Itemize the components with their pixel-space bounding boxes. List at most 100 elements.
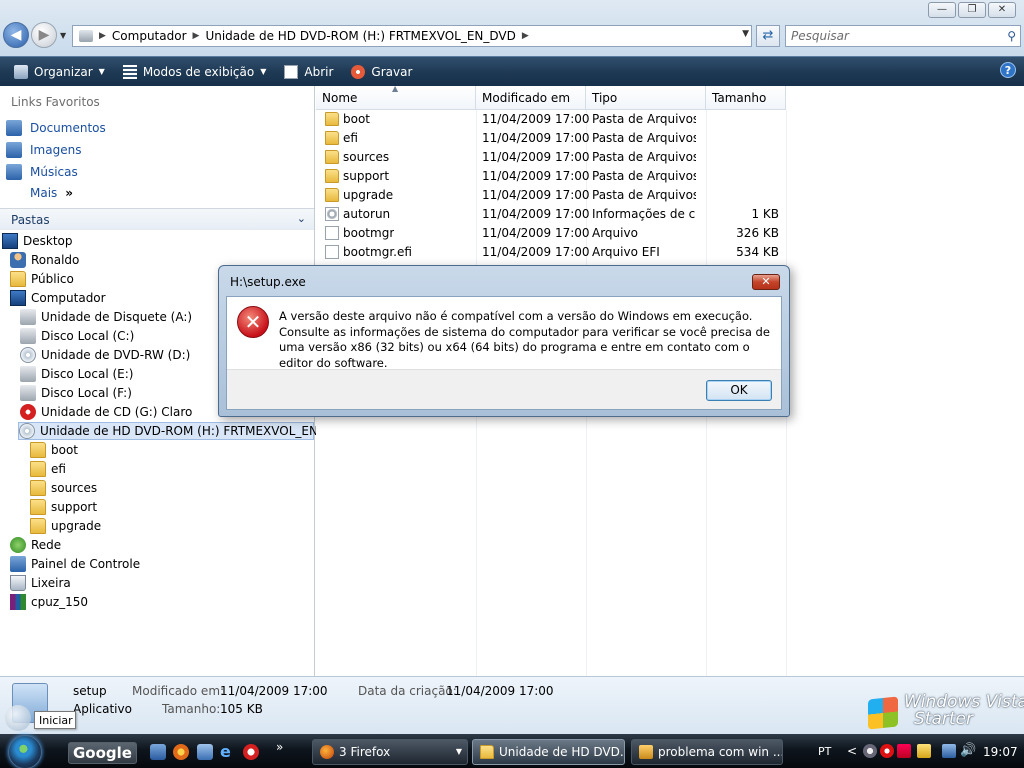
breadcrumb-separator-icon[interactable]: ▶: [522, 31, 529, 41]
start-button[interactable]: [8, 735, 42, 768]
google-toolbar-button[interactable]: Google: [68, 742, 137, 764]
column-header-tipo[interactable]: Tipo: [586, 86, 706, 110]
folder-icon: [325, 112, 339, 126]
file-type: Arquivo EFI: [592, 245, 660, 259]
cd-icon: [20, 404, 36, 420]
tree-item-cpuz[interactable]: cpuz_150: [10, 593, 88, 611]
tree-item-hd-dvd-h[interactable]: Unidade de HD DVD-ROM (H:) FRTMEXVOL_EN_…: [18, 422, 341, 440]
switch-windows-icon[interactable]: [197, 744, 213, 760]
taskbar-button-explorer[interactable]: Unidade de HD DVD...: [472, 739, 625, 765]
ok-button[interactable]: OK: [706, 380, 772, 401]
breadcrumb-computador[interactable]: Computador: [112, 29, 187, 43]
file-row[interactable]: boot 11/04/2009 17:00 Pasta de Arquivos: [316, 110, 786, 129]
more-arrow-icon: »: [65, 186, 74, 200]
taskbar-button-word[interactable]: problema com win ...: [631, 739, 783, 765]
recent-pages-dropdown-icon[interactable]: ▼: [60, 31, 66, 40]
modos-de-exibicao-button[interactable]: Modos de exibição ▼: [119, 64, 271, 79]
minimize-button[interactable]: —: [928, 2, 956, 18]
close-window-button[interactable]: ✕: [988, 2, 1016, 18]
chevron-down-icon[interactable]: ⌄: [297, 212, 306, 225]
search-icon[interactable]: ⚲: [1007, 26, 1016, 46]
favorite-documentos[interactable]: Documentos: [6, 120, 106, 136]
show-desktop-icon[interactable]: [150, 744, 166, 760]
maximize-button[interactable]: ❐: [958, 2, 986, 18]
search-placeholder: Pesquisar: [791, 29, 849, 43]
tree-item-disco-c[interactable]: Disco Local (C:): [20, 327, 134, 345]
taskbar-button-firefox[interactable]: 3 Firefox ▼: [312, 739, 468, 765]
tree-item-desktop[interactable]: Desktop: [2, 232, 73, 250]
network-status-icon[interactable]: [942, 744, 956, 758]
forward-button[interactable]: ▶: [31, 22, 57, 48]
notification-icon[interactable]: [917, 744, 931, 758]
file-type: Pasta de Arquivos: [592, 169, 696, 183]
breadcrumb-separator-icon[interactable]: ▶: [193, 31, 200, 41]
help-icon[interactable]: ?: [1000, 62, 1016, 78]
clock[interactable]: 19:07: [983, 745, 1018, 759]
documents-icon: [6, 120, 22, 136]
column-header-nome[interactable]: Nome ▲: [316, 84, 476, 110]
tree-item-support[interactable]: support: [30, 498, 97, 516]
organizar-button[interactable]: Organizar ▼: [10, 64, 109, 79]
folder-icon: [30, 480, 46, 496]
music-icon: [6, 164, 22, 180]
breadcrumb-current-drive[interactable]: Unidade de HD DVD-ROM (H:) FRTMEXVOL_EN_…: [205, 29, 515, 43]
file-row[interactable]: sources 11/04/2009 17:00 Pasta de Arquiv…: [316, 148, 786, 167]
address-field[interactable]: ▶ Computador ▶ Unidade de HD DVD-ROM (H:…: [72, 25, 752, 47]
tree-item-disco-f[interactable]: Disco Local (F:): [20, 384, 132, 402]
details-pane: setup Aplicativo Modificado em: 11/04/20…: [0, 676, 1024, 734]
folder-icon: [30, 499, 46, 515]
dialog-close-button[interactable]: ✕: [752, 274, 780, 290]
tree-item-cd-g[interactable]: Unidade de CD (G:) Claro: [20, 403, 192, 421]
column-header-modificado[interactable]: Modificado em: [476, 86, 586, 110]
language-indicator[interactable]: PT: [818, 745, 831, 758]
tree-item-dvd-rw-d[interactable]: Unidade de DVD-RW (D:): [20, 346, 190, 364]
start-orb-reflection: [5, 705, 31, 731]
chrome-icon[interactable]: [173, 744, 189, 760]
address-dropdown-icon[interactable]: ▼: [742, 29, 749, 39]
tree-item-efi[interactable]: efi: [30, 460, 66, 478]
refresh-button[interactable]: ⇄: [756, 25, 780, 47]
file-row[interactable]: support 11/04/2009 17:00 Pasta de Arquiv…: [316, 167, 786, 186]
file-row[interactable]: bootmgr.efi 11/04/2009 17:00 Arquivo EFI…: [316, 243, 786, 262]
file-row[interactable]: upgrade 11/04/2009 17:00 Pasta de Arquiv…: [316, 186, 786, 205]
favorite-mais[interactable]: Mais »: [30, 186, 73, 200]
tree-item-upgrade[interactable]: upgrade: [30, 517, 101, 535]
internet-explorer-icon[interactable]: e: [220, 744, 236, 760]
file-row[interactable]: bootmgr 11/04/2009 17:00 Arquivo 326 KB: [316, 224, 786, 243]
tree-item-rede[interactable]: Rede: [10, 536, 61, 554]
drive-icon: [79, 30, 93, 42]
media-icon[interactable]: [243, 744, 259, 760]
tree-item-computador[interactable]: Computador: [10, 289, 106, 307]
shield-icon[interactable]: [897, 744, 911, 758]
tray-app-icon[interactable]: [863, 744, 877, 758]
tree-label: Computador: [31, 291, 106, 305]
tree-item-boot[interactable]: boot: [30, 441, 78, 459]
tree-item-ronaldo[interactable]: Ronaldo: [10, 251, 79, 269]
dialog-message: A versão deste arquivo não é compatível …: [279, 309, 770, 370]
favorite-imagens[interactable]: Imagens: [6, 142, 81, 158]
tree-item-sources[interactable]: sources: [30, 479, 97, 497]
file-row[interactable]: efi 11/04/2009 17:00 Pasta de Arquivos: [316, 129, 786, 148]
tree-item-painel-de-controle[interactable]: Painel de Controle: [10, 555, 140, 573]
tree-item-disco-e[interactable]: Disco Local (E:): [20, 365, 133, 383]
tree-item-publico[interactable]: Público: [10, 270, 74, 288]
file-row[interactable]: autorun 11/04/2009 17:00 Informações de …: [316, 205, 786, 224]
antivirus-icon[interactable]: [880, 744, 894, 758]
tree-item-lixeira[interactable]: Lixeira: [10, 574, 71, 592]
tree-label: Unidade de HD DVD-ROM (H:) FRTMEXVOL_EN_…: [40, 424, 342, 438]
column-header-tamanho[interactable]: Tamanho: [706, 86, 786, 110]
folders-header[interactable]: Pastas ⌄: [0, 208, 314, 230]
back-button[interactable]: ◀: [3, 22, 29, 48]
tray-expand-icon[interactable]: <: [847, 744, 857, 758]
folder-icon: [30, 442, 46, 458]
tree-label: Painel de Controle: [31, 557, 141, 571]
dialog-title: H:\setup.exe: [230, 275, 306, 289]
quicklaunch-more-icon[interactable]: »: [276, 740, 283, 754]
gravar-button[interactable]: Gravar: [347, 64, 416, 79]
favorite-musicas[interactable]: Músicas: [6, 164, 78, 180]
abrir-button[interactable]: Abrir: [280, 64, 337, 79]
dialog-body: ✕ A versão deste arquivo não é compatíve…: [226, 296, 782, 410]
volume-icon[interactable]: 🔊: [960, 744, 976, 758]
tree-item-disquete-a[interactable]: Unidade de Disquete (A:): [20, 308, 192, 326]
search-input[interactable]: Pesquisar ⚲: [785, 25, 1021, 47]
